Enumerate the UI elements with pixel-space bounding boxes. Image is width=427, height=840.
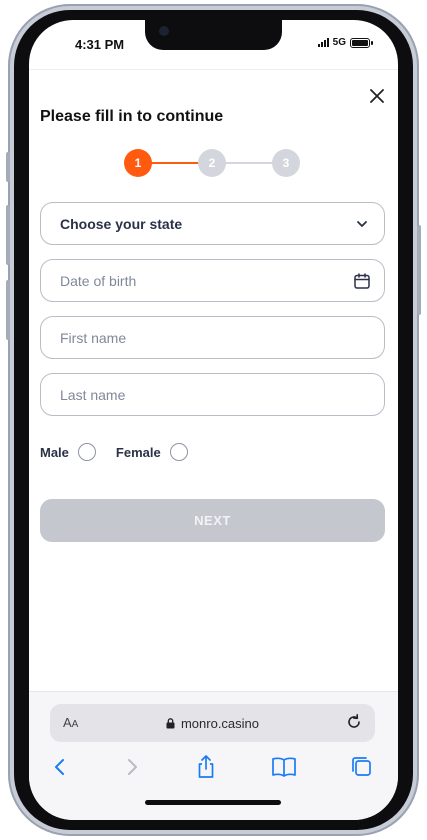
dob-field[interactable]: Date of birth bbox=[40, 259, 385, 302]
male-label: Male bbox=[40, 444, 69, 460]
male-radio[interactable] bbox=[77, 443, 96, 461]
first-name-placeholder: First name bbox=[60, 329, 127, 346]
tabs-icon[interactable] bbox=[349, 754, 375, 780]
volume-down-button bbox=[6, 280, 10, 340]
mute-switch bbox=[6, 152, 10, 182]
text-size-button[interactable]: AA bbox=[63, 715, 78, 730]
dob-placeholder: Date of birth bbox=[60, 272, 137, 289]
home-indicator bbox=[145, 800, 281, 805]
chevron-down-icon bbox=[357, 220, 367, 227]
step-3: 3 bbox=[272, 149, 300, 177]
battery-icon bbox=[350, 37, 373, 48]
network-label: 5G bbox=[332, 37, 346, 48]
reload-icon[interactable] bbox=[345, 713, 363, 731]
step-connector-2 bbox=[224, 162, 276, 164]
forward-icon[interactable] bbox=[119, 754, 145, 780]
page-title: Please fill in to continue bbox=[40, 108, 224, 125]
close-icon[interactable] bbox=[369, 88, 385, 104]
lock-icon bbox=[166, 717, 175, 728]
female-radio[interactable] bbox=[169, 443, 188, 461]
camera-icon bbox=[159, 26, 169, 36]
state-select-label: Choose your state bbox=[60, 215, 183, 232]
browser-nav bbox=[29, 754, 398, 784]
url-text: monro.casino bbox=[180, 715, 260, 731]
signal-icon bbox=[317, 38, 329, 47]
browser-toolbar: AA monro.casino bbox=[29, 691, 398, 820]
calendar-icon[interactable] bbox=[353, 272, 371, 290]
share-icon[interactable] bbox=[193, 754, 219, 780]
gender-selector: Male Female bbox=[40, 443, 208, 461]
last-name-field[interactable]: Last name bbox=[40, 373, 385, 416]
screen: 4:31 PM 5G Please fill in to continue 1 … bbox=[29, 20, 398, 820]
power-button bbox=[417, 225, 421, 315]
last-name-placeholder: Last name bbox=[60, 386, 126, 403]
bookmarks-icon[interactable] bbox=[271, 754, 297, 780]
notch bbox=[145, 20, 282, 50]
step-connector-1 bbox=[150, 162, 202, 164]
divider bbox=[29, 69, 398, 70]
status-indicators: 5G bbox=[317, 37, 373, 48]
address-bar[interactable]: AA monro.casino bbox=[50, 704, 375, 742]
back-icon[interactable] bbox=[47, 754, 73, 780]
next-button[interactable]: NEXT bbox=[40, 499, 385, 542]
state-select[interactable]: Choose your state bbox=[40, 202, 385, 245]
first-name-field[interactable]: First name bbox=[40, 316, 385, 359]
step-1: 1 bbox=[124, 149, 152, 177]
progress-stepper: 1 2 3 bbox=[124, 149, 300, 177]
volume-up-button bbox=[6, 205, 10, 265]
female-label: Female bbox=[115, 444, 161, 460]
step-2: 2 bbox=[198, 149, 226, 177]
status-time: 4:31 PM bbox=[75, 37, 125, 52]
